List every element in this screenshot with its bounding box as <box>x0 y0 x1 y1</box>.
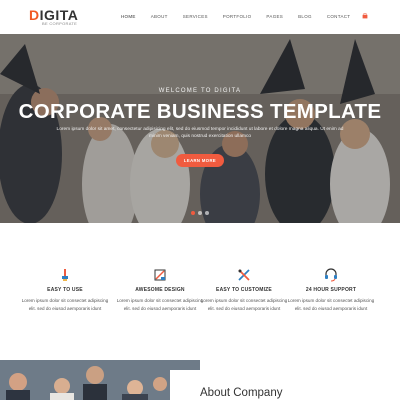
logo-initial: D <box>29 7 40 23</box>
nav-item-home[interactable]: HOME <box>121 14 136 19</box>
feature-text: Lorem ipsum dolor sit consectet adipisci… <box>287 298 375 311</box>
hero-description: Lorem ipsum dolor sit amet, consectetur … <box>56 127 344 139</box>
slider-dot-3[interactable] <box>205 211 209 215</box>
design-icon <box>154 269 166 281</box>
about-title: About Company <box>200 387 283 399</box>
feature-title: AWESOME DESIGN <box>135 287 185 293</box>
feature-title: EASY TO USE <box>47 287 83 293</box>
feature-text: Lorem ipsum dolor sit consectet adipisci… <box>21 298 109 311</box>
slider-dot-1[interactable] <box>191 211 195 215</box>
brush-icon <box>62 269 68 281</box>
site-header: DIGITA BE CORPORATE HOME ABOUT SERVICES … <box>0 0 400 34</box>
feature-title: 24 HOUR SUPPORT <box>305 287 357 293</box>
features-section: EASY TO USE Lorem ipsum dolor sit consec… <box>0 223 400 360</box>
cart-icon[interactable] <box>362 13 368 19</box>
slider-dots <box>191 211 209 215</box>
feature-text: Lorem ipsum dolor sit consectet adipisci… <box>116 298 204 311</box>
feature-title: EASY TO CUSTOMIZE <box>216 287 272 293</box>
main-nav: HOME ABOUT SERVICES PORTFOLIO PAGES BLOG… <box>121 14 365 19</box>
hero-slider: WELCOME TO DIGITA CORPORATE BUSINESS TEM… <box>0 34 400 223</box>
logo-tagline: BE CORPORATE <box>42 21 78 26</box>
feature-easy-to-customize: EASY TO CUSTOMIZE Lorem ipsum dolor sit … <box>200 268 288 313</box>
slider-dot-2[interactable] <box>198 211 202 215</box>
feature-text: Lorem ipsum dolor sit consectet adipisci… <box>200 298 288 311</box>
learn-more-button[interactable]: LEARN MORE <box>176 154 224 167</box>
feature-easy-to-use: EASY TO USE Lorem ipsum dolor sit consec… <box>21 268 109 313</box>
hero-title: CORPORATE BUSINESS TEMPLATE <box>18 100 382 123</box>
nav-item-about[interactable]: ABOUT <box>151 14 168 19</box>
feature-24-hour-support: 24 HOUR SUPPORT Lorem ipsum dolor sit co… <box>287 268 375 313</box>
logo[interactable]: DIGITA BE CORPORATE <box>29 8 81 26</box>
about-section: About Company <box>0 360 400 400</box>
nav-item-contact[interactable]: CONTACT <box>327 14 351 19</box>
nav-item-portfolio[interactable]: PORTFOLIO <box>223 14 252 19</box>
nav-item-pages[interactable]: PAGES <box>266 14 283 19</box>
nav-item-services[interactable]: SERVICES <box>183 14 208 19</box>
logo-wordmark: DIGITA <box>29 8 78 22</box>
headset-icon <box>325 268 337 282</box>
hero-kicker: WELCOME TO DIGITA <box>158 88 242 94</box>
nav-item-blog[interactable]: BLOG <box>298 14 312 19</box>
tools-icon <box>238 269 250 281</box>
about-panel: About Company <box>170 370 400 400</box>
feature-awesome-design: AWESOME DESIGN Lorem ipsum dolor sit con… <box>116 268 204 313</box>
